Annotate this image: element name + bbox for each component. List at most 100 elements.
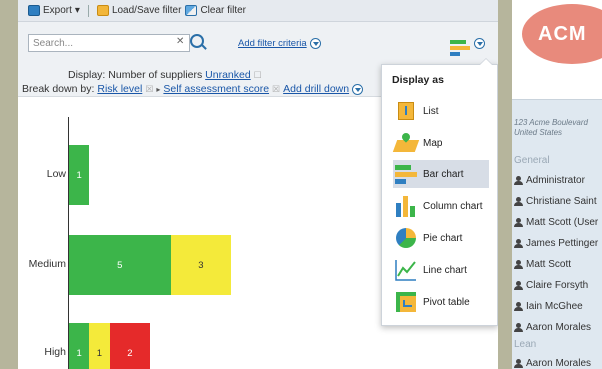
- dropdown-caret-icon: ▾: [74, 5, 80, 16]
- map-icon: [392, 131, 420, 154]
- arrow-right-icon: ▸: [156, 84, 161, 94]
- menu-item-label: List: [423, 105, 439, 117]
- display-value: Number of suppliers: [108, 69, 203, 81]
- person-icon: [514, 218, 523, 227]
- display-sort-link[interactable]: Unranked: [205, 69, 251, 81]
- sidebar-user-name: Matt Scott: [526, 259, 572, 270]
- bar-segment[interactable]: 1: [69, 323, 90, 369]
- export-button[interactable]: Export ▾: [28, 5, 80, 16]
- sidebar-user-item[interactable]: Aaron Morales: [514, 322, 591, 333]
- search-placeholder: Search...: [33, 37, 74, 49]
- person-icon: [514, 239, 523, 248]
- sidebar-user-name: Aaron Morales: [526, 322, 592, 333]
- company-logo: ACM: [522, 4, 602, 64]
- chevron-down-icon[interactable]: [309, 38, 321, 49]
- bar-segment[interactable]: 5: [69, 235, 171, 295]
- bar-value-label: 3: [198, 259, 204, 271]
- breakdown-prefix: Break down by:: [22, 83, 95, 95]
- clear-filter-button[interactable]: Clear filter: [185, 5, 246, 16]
- main-panel: Export ▾ Load/Save filter Clear filter S…: [18, 0, 498, 369]
- breakdown-setting: Break down by: Risk level ☒ ▸ Self asses…: [22, 83, 364, 95]
- address-line-1: 123 Acme Boulevard: [514, 118, 588, 127]
- edit-icon[interactable]: ☐: [254, 70, 262, 80]
- breakdown-self-assessment[interactable]: Self assessment score: [163, 83, 269, 95]
- menu-item-column-chart[interactable]: Column chart: [393, 192, 489, 220]
- menu-item-label: Pivot table: [423, 296, 470, 308]
- bar-segment[interactable]: 1: [89, 323, 110, 369]
- company-address: 123 Acme Boulevard United States: [514, 118, 588, 138]
- bar-chart-icon[interactable]: [450, 38, 472, 58]
- sidebar-user-name: Matt Scott (User: [526, 217, 599, 228]
- display-as-title: Display as: [392, 74, 444, 86]
- add-filter-link[interactable]: Add filter criteria: [238, 38, 307, 49]
- chevron-down-icon[interactable]: [352, 83, 364, 95]
- sidebar-user-name: Claire Forsyth: [526, 280, 589, 291]
- pie-chart-icon: [395, 227, 417, 249]
- add-drill-down-link[interactable]: Add drill down: [283, 83, 349, 95]
- category-label: High: [44, 346, 66, 358]
- person-icon: [514, 260, 523, 269]
- menu-item-pivot-table[interactable]: Pivot table: [393, 288, 489, 316]
- bar-value-label: 2: [127, 347, 133, 359]
- bar-segment[interactable]: 3: [170, 235, 232, 295]
- menu-item-label: Line chart: [423, 264, 467, 276]
- toolbar-divider: [87, 4, 89, 17]
- bar-value-label: 1: [76, 347, 82, 359]
- person-icon: [514, 281, 523, 290]
- right-sidebar: ACM 123 Acme Boulevard United States Gen…: [512, 0, 602, 369]
- sidebar-user-item[interactable]: Christiane Saint: [514, 196, 597, 207]
- sidebar-user-item[interactable]: James Pettinger: [514, 238, 598, 249]
- person-icon: [514, 323, 523, 332]
- breakdown-risk-level[interactable]: Risk level: [97, 83, 142, 95]
- toolbar: Export ▾ Load/Save filter Clear filter: [18, 0, 498, 22]
- person-icon: [514, 197, 523, 206]
- menu-item-label: Column chart: [423, 200, 483, 212]
- pivot-table-icon: [395, 291, 417, 313]
- clear-search-icon[interactable]: ✕: [176, 36, 184, 47]
- sidebar-user-item[interactable]: Matt Scott: [514, 259, 571, 270]
- list-icon: [395, 100, 417, 122]
- menu-item-list[interactable]: List: [393, 97, 489, 125]
- sidebar-user-name: Christiane Saint: [526, 196, 597, 207]
- add-filter-criteria[interactable]: Add filter criteria: [238, 38, 321, 49]
- chart-type-menu-button[interactable]: [474, 38, 485, 49]
- company-logo-area: ACM: [512, 0, 602, 100]
- sidebar-user-item[interactable]: Matt Scott (User: [514, 217, 598, 228]
- category-label: Low: [46, 168, 66, 180]
- sidebar-user-name: Aaron Morales: [526, 358, 592, 369]
- sidebar-user-name: Iain McGhee: [526, 301, 583, 312]
- menu-item-label: Map: [423, 137, 443, 149]
- section-lean: Lean: [514, 339, 537, 350]
- load-save-label: Load/Save filter: [111, 5, 182, 16]
- line-chart-icon: [395, 259, 417, 281]
- clear-filter-label: Clear filter: [200, 5, 247, 16]
- display-prefix: Display:: [68, 69, 106, 81]
- display-as-menu: Display as List Map Bar chart Column cha…: [381, 58, 498, 326]
- sidebar-user-item[interactable]: Administrator: [514, 175, 585, 186]
- bar-value-label: 5: [117, 259, 123, 271]
- eraser-icon: [185, 5, 198, 16]
- search-icon[interactable]: [190, 34, 204, 48]
- menu-item-line-chart[interactable]: Line chart: [393, 256, 489, 284]
- sidebar-user-item[interactable]: Iain McGhee: [514, 301, 583, 312]
- search-input[interactable]: Search...: [28, 34, 190, 52]
- category-label: Medium: [28, 258, 66, 270]
- sidebar-user-item[interactable]: Aaron Morales: [514, 358, 591, 369]
- bar-segment[interactable]: 1: [69, 145, 90, 205]
- export-icon: [28, 5, 40, 16]
- menu-item-map[interactable]: Map: [392, 129, 489, 157]
- section-general: General: [514, 155, 550, 166]
- bar-segment[interactable]: 2: [109, 323, 151, 369]
- remove-icon[interactable]: ☒: [272, 84, 280, 95]
- remove-icon[interactable]: ☒: [145, 84, 153, 95]
- person-icon: [514, 302, 523, 311]
- menu-item-pie-chart[interactable]: Pie chart: [393, 224, 489, 252]
- menu-item-bar-chart[interactable]: Bar chart: [393, 160, 489, 188]
- address-line-2: United States: [514, 128, 563, 137]
- bar-value-label: 1: [76, 169, 82, 181]
- sidebar-user-item[interactable]: Claire Forsyth: [514, 280, 588, 291]
- sidebar-user-name: James Pettinger: [526, 238, 599, 249]
- bar-chart-icon: [395, 163, 417, 185]
- sidebar-user-name: Administrator: [526, 175, 585, 186]
- load-save-filter-button[interactable]: Load/Save filter: [96, 5, 182, 16]
